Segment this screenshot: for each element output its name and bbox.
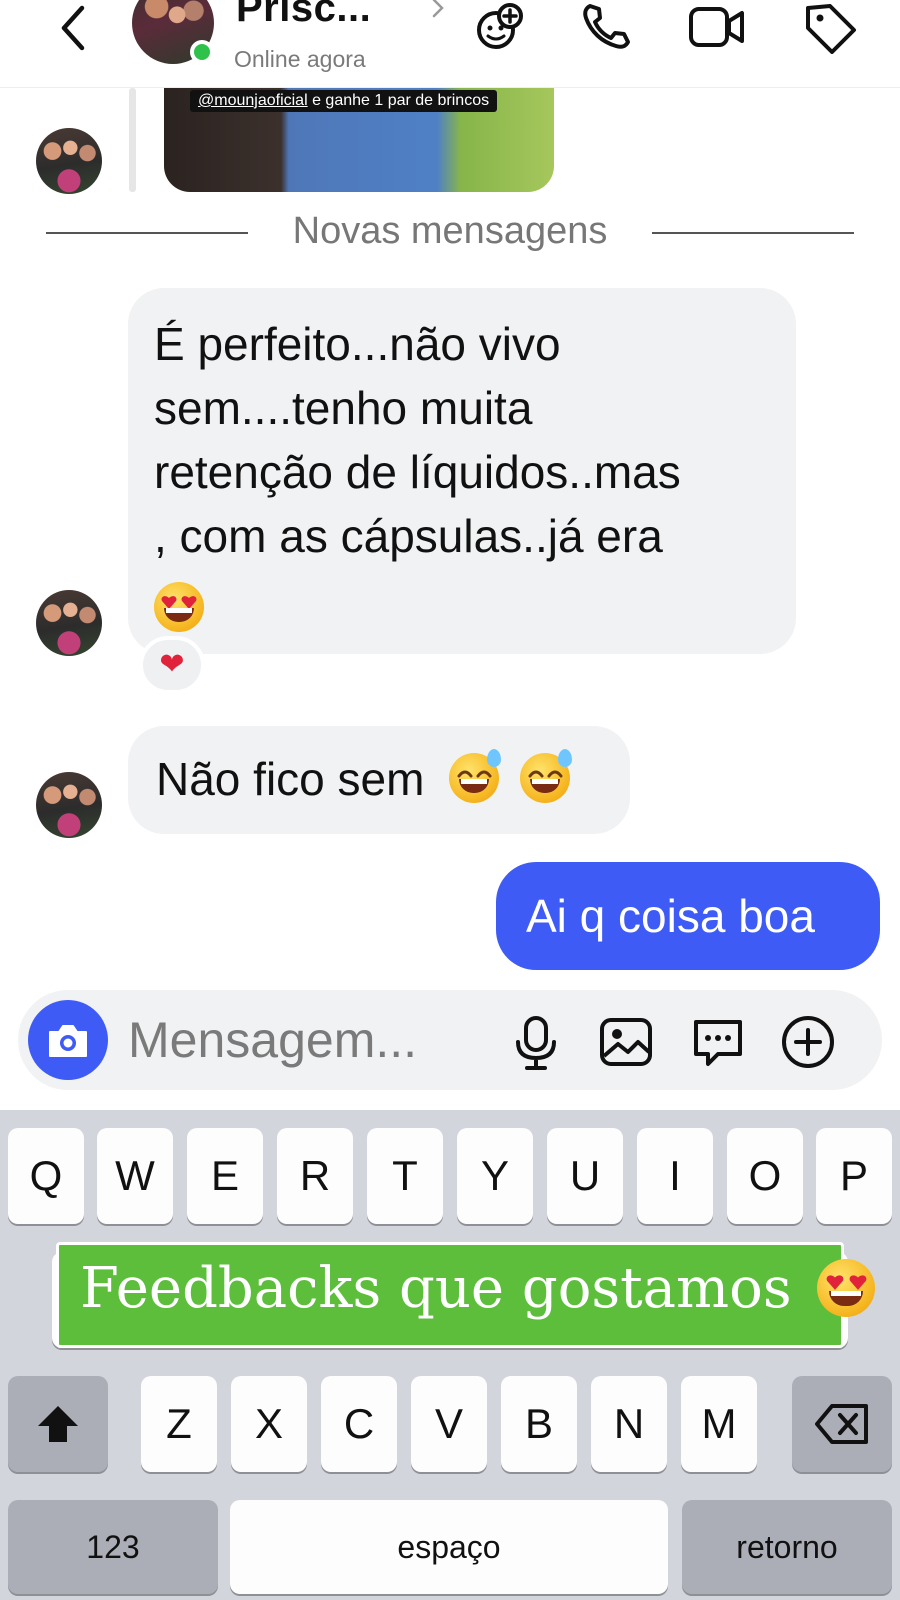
incoming-message-bubble[interactable]: Não fico sem [128,726,630,834]
new-messages-divider: Novas mensagens [0,210,900,253]
return-key[interactable]: retorno [682,1500,892,1594]
key-c[interactable]: C [321,1376,397,1472]
story-caption-text: e ganhe 1 par de brincos [307,92,490,109]
space-key[interactable]: espaço [230,1500,668,1594]
incoming-message-bubble[interactable]: É perfeito...não vivo sem....tenho muita… [128,288,796,654]
key-u[interactable]: U [547,1128,623,1224]
key-m[interactable]: M [681,1376,757,1472]
feedback-banner-text: Feedbacks que gostamos [80,1256,876,1321]
shift-key[interactable] [8,1376,108,1472]
chat-header: Prisc... Online agora [0,0,900,88]
heart-eyes-emoji-icon [154,582,204,632]
key-p[interactable]: P [816,1128,892,1224]
key-o[interactable]: O [727,1128,803,1224]
key-n[interactable]: N [591,1376,667,1472]
key-y[interactable]: Y [457,1128,533,1224]
key-q[interactable]: Q [8,1128,84,1224]
feedback-banner-label: Feedbacks que gostamos [80,1256,792,1321]
story-caption: @mounjaoficial e ganhe 1 par de brincos [190,90,498,112]
gallery-icon[interactable] [596,1012,656,1072]
sender-avatar[interactable] [36,590,102,656]
sweat-smile-emoji-icon [520,749,572,803]
tag-icon[interactable] [800,0,860,54]
key-x[interactable]: X [231,1376,307,1472]
shift-icon [38,1406,78,1442]
backspace-key[interactable] [792,1376,892,1472]
message-emoji-line [154,576,770,640]
contact-name[interactable]: Prisc... [236,0,371,31]
back-chevron-icon[interactable] [52,2,96,52]
key-e[interactable]: E [187,1128,263,1224]
key-b[interactable]: B [501,1376,577,1472]
message-line: retenção de líquidos..mas [154,446,681,498]
video-icon[interactable] [688,0,748,54]
key-z[interactable]: Z [141,1376,217,1472]
message-text: Não fico sem [156,753,425,805]
key-w[interactable]: W [97,1128,173,1224]
camera-icon [49,1025,87,1057]
plus-icon[interactable] [778,1012,838,1072]
sticker-icon[interactable] [688,1012,748,1072]
key-i[interactable]: I [637,1128,713,1224]
camera-button[interactable] [28,1000,108,1080]
message-line: , com as cápsulas..já era [154,510,663,562]
outgoing-message-bubble[interactable]: Ai q coisa boa [496,862,880,970]
sender-avatar[interactable] [36,128,102,194]
message-line: É perfeito...não vivo [154,318,561,370]
message-text: Ai q coisa boa [526,890,815,942]
new-messages-label: Novas mensagens [270,210,630,252]
story-mention[interactable]: @mounjaoficial [198,92,308,109]
chevron-right-icon[interactable] [428,0,448,20]
backspace-icon [815,1404,868,1444]
phone-icon[interactable] [578,0,638,54]
key-r[interactable]: R [277,1128,353,1224]
heart-reaction[interactable]: ❤ [139,636,205,694]
sender-avatar[interactable] [36,772,102,838]
message-input[interactable] [128,1008,488,1072]
reply-indicator-line [129,88,136,192]
sweat-smile-emoji-icon [449,749,502,803]
online-status: Online agora [234,46,366,72]
online-indicator [190,40,214,64]
message-line: sem....tenho muita [154,382,533,434]
microphone-icon[interactable] [506,1012,566,1072]
key-v[interactable]: V [411,1376,487,1472]
heart-reaction-icon: ❤ [159,648,185,681]
key-t[interactable]: T [367,1128,443,1224]
heart-eyes-emoji-icon [817,1259,876,1317]
add-effect-icon[interactable] [470,0,530,54]
numbers-key[interactable]: 123 [8,1500,218,1594]
